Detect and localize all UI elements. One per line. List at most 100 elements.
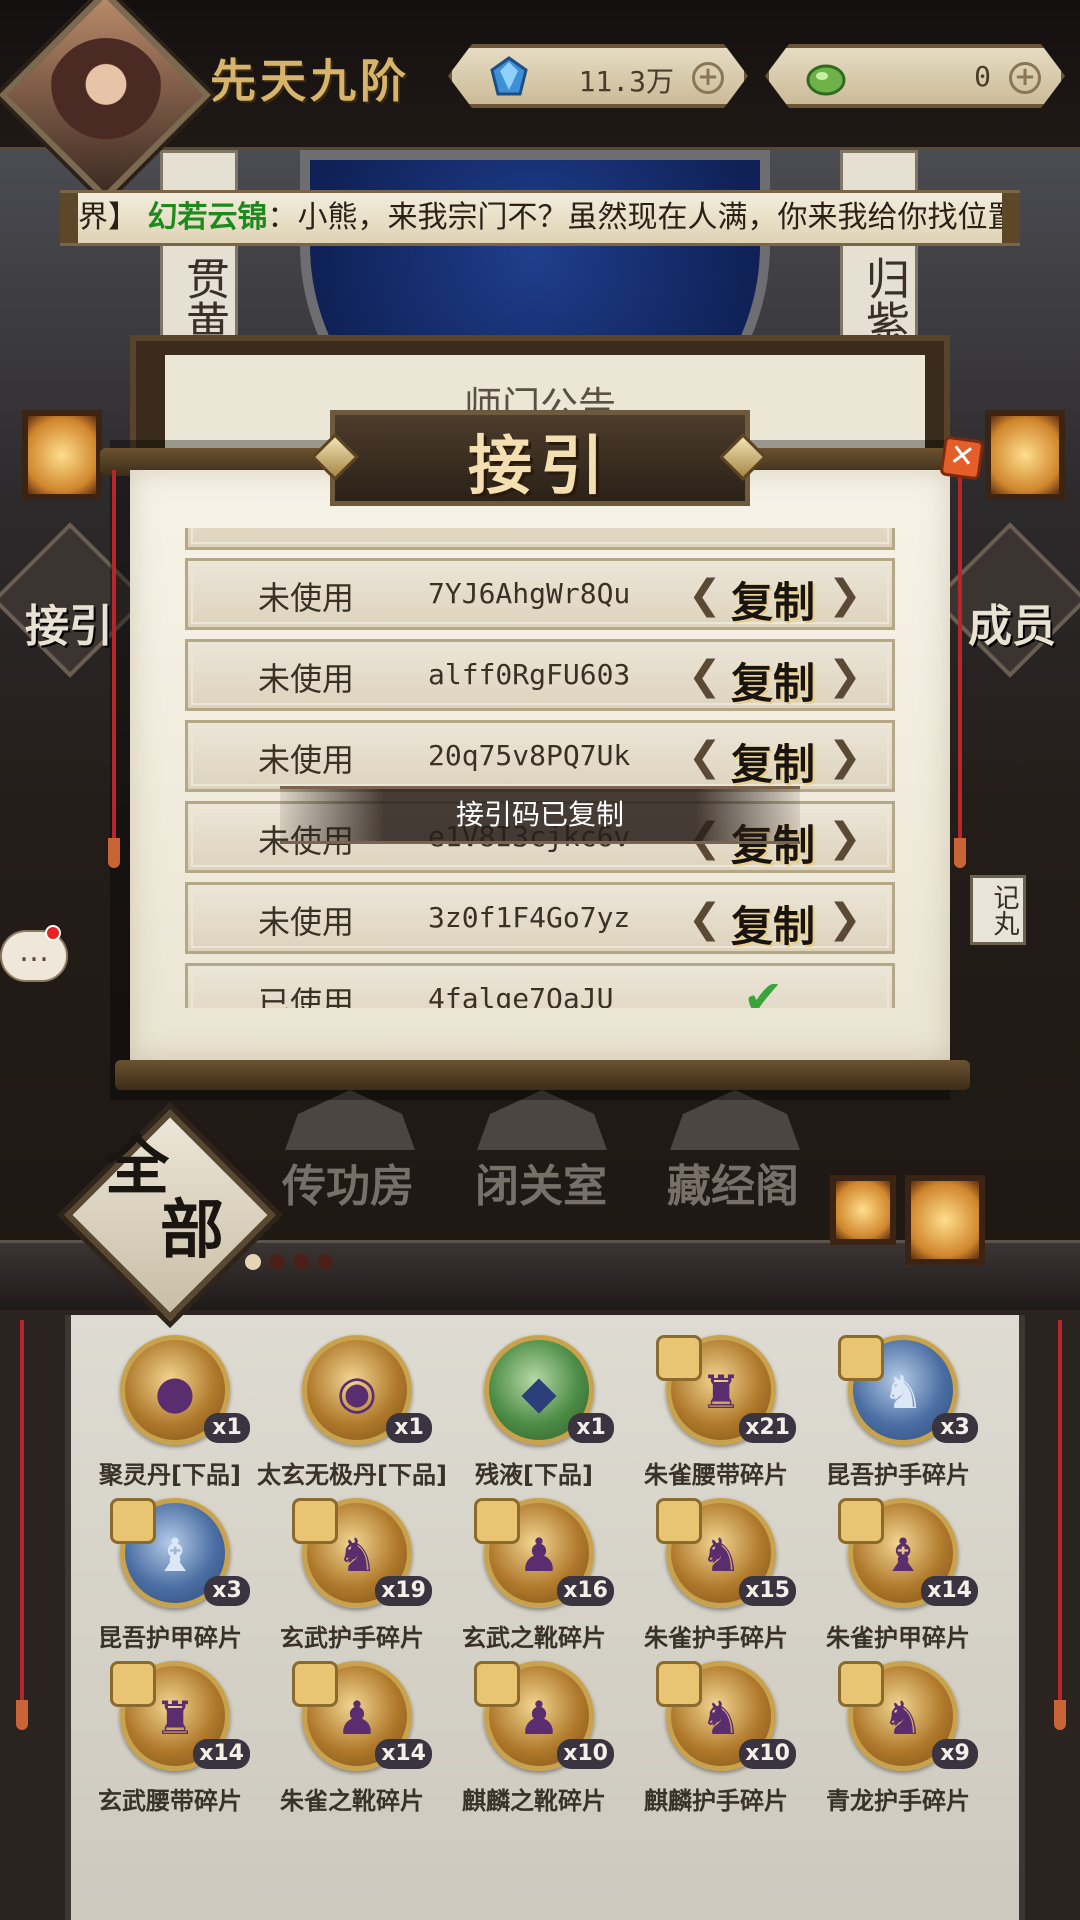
chevron-right-icon: ❯ xyxy=(828,734,862,780)
inventory-item[interactable]: ♟ x14 朱雀之靴碎片 xyxy=(262,1661,442,1815)
tassel-left xyxy=(108,838,120,868)
inventory-item[interactable]: ♜ x14 玄武腰带碎片 xyxy=(80,1661,260,1815)
item-count-badge: x10 xyxy=(739,1739,796,1769)
lantern-floor xyxy=(830,1175,896,1245)
item-count-badge: x1 xyxy=(386,1413,432,1443)
inventory-item[interactable]: ♞ x3 昆吾护手碎片 xyxy=(808,1335,988,1489)
chevron-left-icon: ❮ xyxy=(688,653,722,699)
copy-button-label: 复制 xyxy=(730,902,815,951)
marquee-channel: 界】 xyxy=(78,200,138,235)
recruit-button-label[interactable]: 接引 xyxy=(25,590,113,654)
item-count-badge: x14 xyxy=(193,1739,250,1769)
room-tab-library[interactable]: 藏经阁 xyxy=(667,1150,799,1214)
inventory-item[interactable]: ♞ x9 青龙护手碎片 xyxy=(808,1661,988,1815)
inventory-rope-left xyxy=(20,1320,24,1700)
item-name: 麒麟护手碎片 xyxy=(644,1787,788,1815)
item-name: 朱雀腰带碎片 xyxy=(644,1461,788,1489)
jade-amount: 0 xyxy=(974,60,991,93)
chevron-left-icon: ❮ xyxy=(688,572,722,618)
chevron-left-icon: ❮ xyxy=(688,896,722,942)
tassel-right xyxy=(954,838,966,868)
inventory-item[interactable]: ♟ x10 麒麟之靴碎片 xyxy=(444,1661,624,1815)
item-name: 昆吾护手碎片 xyxy=(826,1461,970,1489)
filter-all-char-1: 全 xyxy=(105,1129,169,1204)
marquee-message: ：小熊，来我宗门不？虽然现在人满，你来我给你找位置。 xyxy=(267,200,1020,235)
fragment-puzzle-icon xyxy=(474,1661,520,1707)
item-count-badge: x1 xyxy=(204,1413,250,1443)
invite-code: 3z0f1F4Go7yz xyxy=(428,901,631,934)
close-button[interactable]: ✕ xyxy=(939,435,985,481)
inventory-item[interactable]: ♟ x16 玄武之靴碎片 xyxy=(444,1498,624,1652)
world-chat-marquee[interactable]: 界】 幻若云锦：小熊，来我宗门不？虽然现在人满，你来我给你找位置。 xyxy=(60,190,1020,246)
item-name: 玄武护手碎片 xyxy=(280,1624,424,1652)
copy-button[interactable]: ❮复制 ❯ xyxy=(688,567,862,627)
copy-button[interactable]: ❮复制 ❯ xyxy=(688,648,862,708)
add-jade-button[interactable]: + xyxy=(1009,62,1041,94)
add-crystal-button[interactable]: + xyxy=(692,62,724,94)
room-tab-seclusion[interactable]: 闭关室 xyxy=(475,1150,607,1214)
marquee-text: 界】 幻若云锦：小熊，来我宗门不？虽然现在人满，你来我给你找位置。 xyxy=(60,200,1020,235)
invite-code-row: 未使用 7YJ6AhgWr8Qu ❮ 复制 ❯ xyxy=(185,558,895,630)
members-button-label[interactable]: 成员 xyxy=(968,590,1056,654)
page-indicator-dot xyxy=(317,1254,333,1270)
item-name: 朱雀护甲碎片 xyxy=(826,1624,970,1652)
lantern-floor-large xyxy=(905,1175,985,1265)
chevron-right-icon: ❯ xyxy=(828,653,862,699)
copied-toast: 接引码已复制 xyxy=(280,786,800,844)
fragment-puzzle-icon xyxy=(838,1661,884,1707)
fragment-puzzle-icon xyxy=(110,1498,156,1544)
item-name: 聚灵丹[下品] xyxy=(99,1461,241,1489)
avatar[interactable] xyxy=(48,38,164,154)
fragment-puzzle-icon xyxy=(838,1335,884,1381)
inventory-item[interactable]: ● x1 聚灵丹[下品] xyxy=(80,1335,260,1489)
item-name: 朱雀之靴碎片 xyxy=(280,1787,424,1815)
inventory-item[interactable]: ♝ x3 昆吾护甲碎片 xyxy=(80,1498,260,1652)
item-count-badge: x1 xyxy=(568,1413,614,1443)
copy-button-label: 复制 xyxy=(730,578,815,627)
item-count-badge: x16 xyxy=(557,1576,614,1606)
chat-notification-dot xyxy=(45,925,61,941)
item-count-badge: x9 xyxy=(932,1739,978,1769)
chevron-right-icon: ❯ xyxy=(828,815,862,861)
invite-code-list[interactable]: 未使用 7YJ6AhgWr8Qu ❮ 复制 ❯ 未使用 alff0RgFU603 ❮ 复制 ❯ 未使… xyxy=(185,528,895,1008)
list-item xyxy=(185,528,895,550)
invite-code: 7YJ6AhgWr8Qu xyxy=(428,577,631,610)
code-status: 未使用 xyxy=(258,741,355,779)
scroll-rope-left xyxy=(112,470,116,840)
inventory-tassel-left xyxy=(16,1700,28,1730)
copy-button[interactable]: ❮复制 ❯ xyxy=(688,729,862,789)
item-count-badge: x3 xyxy=(204,1576,250,1606)
item-name: 麒麟之靴碎片 xyxy=(462,1787,606,1815)
inventory-item[interactable]: ♞ x15 朱雀护手碎片 xyxy=(626,1498,806,1652)
hanging-scroll-right: 归紫 xyxy=(840,150,918,350)
copy-button-label: 复制 xyxy=(730,740,815,789)
page-indicator-dot xyxy=(245,1254,261,1270)
fragment-puzzle-icon xyxy=(656,1498,702,1544)
item-name: 玄武之靴碎片 xyxy=(462,1624,606,1652)
player-rank-title: 先天九阶 xyxy=(210,54,410,108)
page-indicator-dot xyxy=(293,1254,309,1270)
item-count-badge: x15 xyxy=(739,1576,796,1606)
jade-icon xyxy=(806,64,846,96)
inventory-item[interactable]: ♜ x21 朱雀腰带碎片 xyxy=(626,1335,806,1489)
item-name: 玄武腰带碎片 xyxy=(98,1787,242,1815)
copy-button[interactable]: ❮复制 ❯ xyxy=(688,891,862,951)
filter-all-label[interactable]: 全 部 xyxy=(95,1135,265,1263)
inventory-item[interactable]: ♞ x19 玄武护手碎片 xyxy=(262,1498,442,1652)
item-name: 昆吾护甲碎片 xyxy=(98,1624,242,1652)
side-tab[interactable]: 记丸 xyxy=(970,875,1026,945)
inventory-item[interactable]: ♞ x10 麒麟护手碎片 xyxy=(626,1661,806,1815)
inventory-item[interactable]: ◉ x1 太玄无极丹[下品] xyxy=(257,1335,447,1489)
inventory-rope-right xyxy=(1058,1320,1062,1700)
currency-crystal: 11.3万 + xyxy=(448,44,748,108)
fragment-puzzle-icon xyxy=(656,1661,702,1707)
item-name: 残液[下品] xyxy=(475,1461,593,1489)
inventory-item[interactable]: ♝ x14 朱雀护甲碎片 xyxy=(808,1498,988,1652)
inventory-item[interactable]: ◆ x1 残液[下品] xyxy=(444,1335,624,1489)
hanging-scroll-left: 贯黄 xyxy=(160,150,238,350)
room-tab-training[interactable]: 传功房 xyxy=(282,1150,414,1214)
code-status: 未使用 xyxy=(258,903,355,941)
item-count-badge: x10 xyxy=(557,1739,614,1769)
scroll-rod-bottom xyxy=(115,1060,970,1090)
filter-all-char-2: 部 xyxy=(160,1193,224,1268)
